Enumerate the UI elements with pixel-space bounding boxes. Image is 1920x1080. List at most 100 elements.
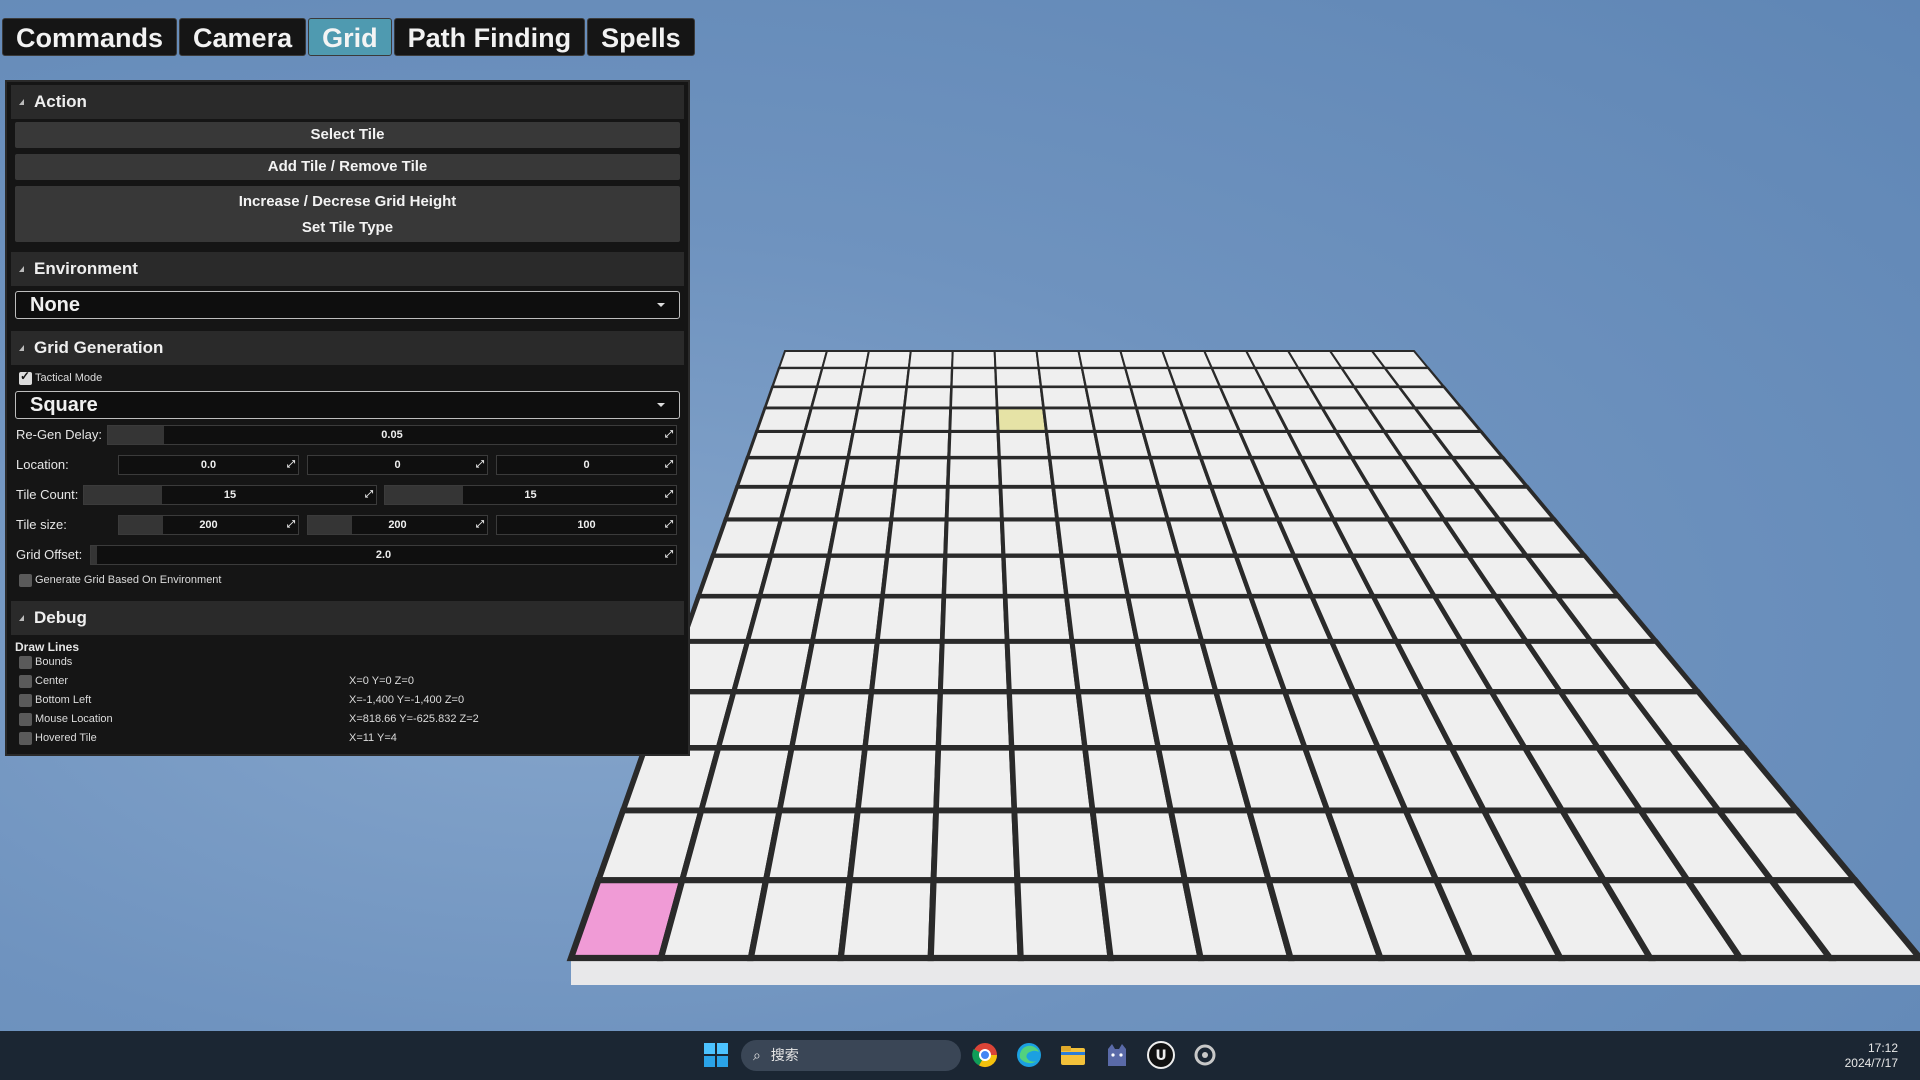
- grid-tile[interactable]: [1059, 553, 1131, 599]
- debug-section-header[interactable]: Debug: [11, 601, 684, 635]
- grid-tile[interactable]: [762, 807, 862, 884]
- grid-tile[interactable]: [862, 689, 944, 751]
- grid-tile[interactable]: [809, 593, 886, 644]
- grid-tile[interactable]: [998, 484, 1060, 522]
- grid-tile[interactable]: [935, 689, 1015, 751]
- grid-tile[interactable]: [1014, 877, 1115, 962]
- grid-tile[interactable]: [678, 807, 784, 884]
- grid-tile[interactable]: [846, 429, 904, 460]
- grid-tile[interactable]: [754, 406, 814, 433]
- location-x-input[interactable]: 0.0 ⤢: [118, 455, 299, 475]
- grid-tile[interactable]: [833, 484, 898, 522]
- tab-spells[interactable]: Spells: [587, 18, 695, 56]
- system-clock[interactable]: 17:12 2024/7/17: [1845, 1041, 1898, 1071]
- bottom-left-checkbox[interactable]: [19, 694, 32, 707]
- grid-tile[interactable]: [899, 406, 953, 433]
- bounds-checkbox[interactable]: [19, 656, 32, 669]
- generate-env-checkbox[interactable]: [19, 574, 32, 587]
- grid-tile[interactable]: [795, 429, 856, 460]
- grid-tile[interactable]: [820, 350, 871, 369]
- grid-tile[interactable]: [1054, 517, 1123, 558]
- grid-offset-input[interactable]: 2.0 ⤢: [90, 545, 677, 565]
- grid-tile[interactable]: [722, 484, 793, 522]
- grid-tile[interactable]: [860, 366, 911, 388]
- grid-tile[interactable]: [1037, 366, 1088, 388]
- grid-tile[interactable]: [770, 366, 824, 388]
- grid-tile[interactable]: [851, 406, 906, 433]
- location-z-input[interactable]: 0 ⤢: [496, 455, 677, 475]
- grid-shape-dropdown[interactable]: Square: [15, 391, 680, 419]
- grid-tile[interactable]: [941, 553, 1008, 599]
- grid-tile[interactable]: [818, 553, 890, 599]
- tab-commands[interactable]: Commands: [2, 18, 178, 56]
- grid-tile[interactable]: [993, 350, 1040, 369]
- unreal-engine-icon[interactable]: U: [1146, 1040, 1176, 1070]
- grid-tile[interactable]: [730, 638, 816, 695]
- environment-section-header[interactable]: Environment: [11, 252, 684, 286]
- grid-tile[interactable]: [1084, 385, 1139, 410]
- grid-tile[interactable]: [1001, 553, 1069, 599]
- grid-tile[interactable]: [1047, 455, 1108, 489]
- grid-tile[interactable]: [840, 455, 901, 489]
- grid-tile[interactable]: [1041, 406, 1097, 433]
- hovered-tile-checkbox[interactable]: [19, 732, 32, 745]
- tab-camera[interactable]: Camera: [179, 18, 307, 56]
- grid-tile[interactable]: [996, 429, 1052, 460]
- grid-tile[interactable]: [994, 385, 1046, 410]
- action-section-header[interactable]: Action: [11, 85, 684, 119]
- tab-grid[interactable]: Grid: [308, 18, 392, 56]
- grid-tile[interactable]: [930, 807, 1021, 884]
- grid-tile[interactable]: [747, 877, 854, 962]
- tab-path-finding[interactable]: Path Finding: [393, 18, 586, 56]
- grid-tile[interactable]: [1092, 429, 1153, 460]
- grid-tile[interactable]: [943, 517, 1006, 558]
- cat-app-icon[interactable]: [1102, 1040, 1132, 1070]
- windows-start-icon[interactable]: [701, 1040, 731, 1070]
- grid-tile[interactable]: [874, 593, 947, 644]
- grid-tile[interactable]: [902, 385, 953, 410]
- grid-tile[interactable]: [734, 455, 801, 489]
- grid-tile[interactable]: [826, 517, 894, 558]
- location-y-input[interactable]: 0 ⤢: [307, 455, 488, 475]
- grid-tile[interactable]: [927, 877, 1024, 962]
- edge-icon[interactable]: [1014, 1040, 1044, 1070]
- grid-tile[interactable]: [1051, 484, 1115, 522]
- file-explorer-icon[interactable]: [1058, 1040, 1088, 1070]
- tile-size-z-input[interactable]: 100 ⤢: [496, 515, 677, 535]
- environment-dropdown[interactable]: None: [15, 291, 680, 319]
- grid-tile[interactable]: [937, 638, 1012, 695]
- select-tile-button[interactable]: Select Tile: [15, 122, 680, 148]
- grid-tile[interactable]: [788, 689, 875, 751]
- grid-tile[interactable]: [846, 807, 940, 884]
- mouse-location-checkbox[interactable]: [19, 713, 32, 726]
- grid-tile[interactable]: [905, 366, 954, 388]
- tile-grid[interactable]: [566, 350, 1920, 985]
- grid-tile[interactable]: [1069, 638, 1151, 695]
- grid-tile[interactable]: [778, 484, 845, 522]
- grid-tile[interactable]: [744, 593, 825, 644]
- grid-tile[interactable]: [763, 385, 819, 410]
- grid-tile[interactable]: [799, 638, 881, 695]
- grid-tile[interactable]: [776, 745, 869, 814]
- grid-tile[interactable]: [1004, 638, 1081, 695]
- grid-tile[interactable]: [1077, 350, 1127, 369]
- grid-tile[interactable]: [1123, 366, 1177, 388]
- grid-tile[interactable]: [856, 385, 909, 410]
- grid-tile[interactable]: [803, 406, 860, 433]
- grid-tile[interactable]: [1008, 745, 1096, 814]
- grid-tile[interactable]: [896, 429, 952, 460]
- grid-tile[interactable]: [949, 385, 999, 410]
- grid-tile[interactable]: [907, 350, 954, 369]
- center-checkbox[interactable]: [19, 675, 32, 688]
- grid-tile[interactable]: [1044, 429, 1102, 460]
- grid-generation-section-header[interactable]: Grid Generation: [11, 331, 684, 365]
- grid-tile[interactable]: [1063, 593, 1140, 644]
- regen-delay-input[interactable]: 0.05 ⤢: [107, 425, 677, 445]
- grid-tile[interactable]: [714, 689, 806, 751]
- grid-tile[interactable]: [1097, 455, 1161, 489]
- grid-tile[interactable]: [939, 593, 1010, 644]
- grid-tile[interactable]: [884, 517, 949, 558]
- grid-tile[interactable]: [815, 366, 867, 388]
- hovered-tile[interactable]: [995, 406, 1049, 433]
- grid-tile[interactable]: [864, 350, 912, 369]
